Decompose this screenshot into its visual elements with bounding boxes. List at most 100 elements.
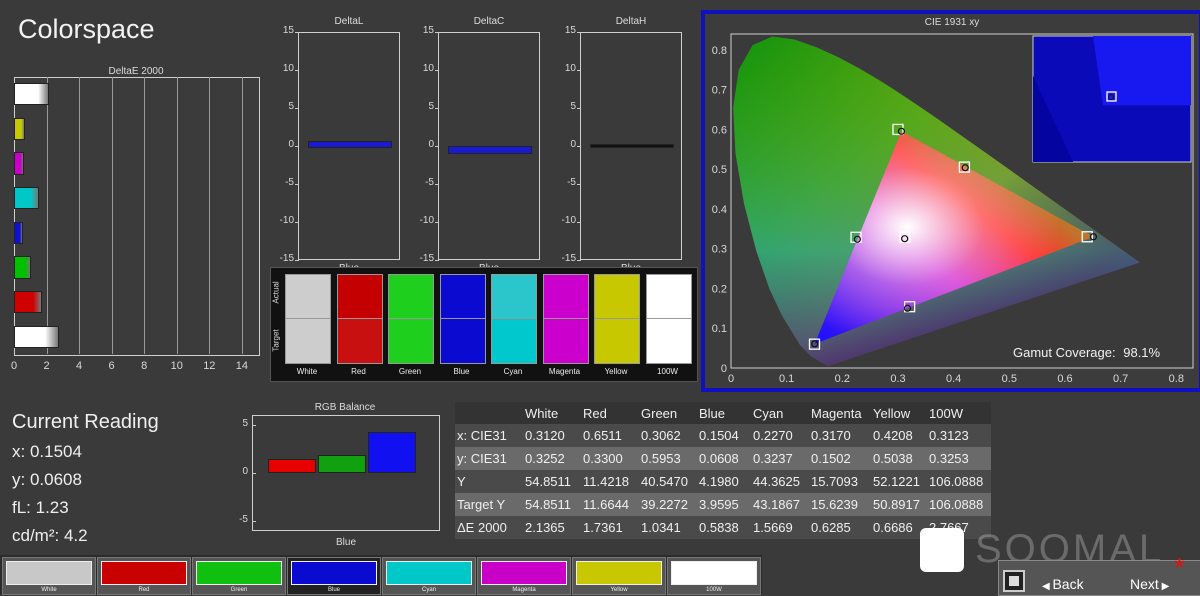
table-row: y: CIE31 0.3252 0.3300 0.5953 0.0608 0.3237 0.… [455,447,991,470]
delta-y-tick: 15 [282,25,294,36]
patch-row: White Red Green Blue Cyan Magenta Yellow 100W [285,274,695,378]
cie-x-tick: 0 [728,373,734,385]
reading-cdm2: cd/m²: 4.2 [12,526,88,545]
swatch-label: Blue [327,587,340,593]
deltae-gridline [176,77,178,354]
cie-x-tick: 0.4 [946,373,961,385]
swatch-chip [386,561,472,585]
delta-y-tick: -15 [419,253,434,264]
delta-chart-title: DeltaC [473,16,505,27]
delta-tick-mark [577,260,581,261]
rgb-y-tick: 0 [242,466,248,477]
patch-actual [388,274,434,320]
swatch-button-100w[interactable]: 100W [667,557,761,595]
patch-actual [285,274,331,320]
stop-button[interactable] [1003,570,1025,592]
cie-panel: CIE 1931 xy 0 0.1 0.2 0.3 0.4 0.5 0.6 0.7 0.8 0.8… [701,10,1200,392]
deltae-x-tick: 14 [235,360,248,372]
delta-tick-mark [577,184,581,185]
delta-tick-mark [435,108,439,109]
table-cell: Target Y [455,493,523,516]
patch-actual [645,274,692,320]
table-cell: 54.8511 [523,470,581,493]
delta-tick-mark [295,108,299,109]
table-cell: 15.7093 [809,470,871,493]
swatch-button-yellow[interactable]: Yellow [572,557,666,595]
table-cell: 0.5838 [697,516,751,539]
patch-target [439,318,486,364]
current-reading-title: Current Reading [12,411,159,433]
table-cell: 2.1365 [523,516,581,539]
table-cell: 0.2270 [751,424,809,447]
delta-bar [590,144,674,148]
deltae-bar [14,117,25,140]
delta-y-tick: -10 [279,215,294,226]
rgb-bar [368,432,416,473]
table-cell: 106.0888 [927,470,991,493]
swatch-button-magenta[interactable]: Magenta [477,557,571,595]
table-cell: 0.3300 [581,447,639,470]
delta-y-tick: 15 [422,25,434,36]
deltae-gridline [144,77,146,354]
table-cell: 0.3252 [523,447,581,470]
cie-y-tick: 0.6 [712,124,727,136]
cie-x-tick: 0.5 [1002,373,1017,385]
deltae-x-tick: 2 [43,360,50,372]
cie-x-tick: 0.7 [1113,373,1128,385]
swatch-label: White [41,587,57,593]
table-cell: 52.1221 [871,470,927,493]
table-cell: 40.5470 [639,470,697,493]
table-cell: x: CIE31 [455,424,523,447]
table-cell: 0.6686 [871,516,927,539]
swatch-label: Cyan [421,587,436,593]
table-cell: 0.3253 [927,447,991,470]
cie-y-tick: 0.5 [712,164,727,176]
delta-tick-mark [577,222,581,223]
table-row: x: CIE31 0.3120 0.6511 0.3062 0.1504 0.2270 0.… [455,424,991,447]
patch-actual [439,274,486,320]
table-header-cell: Green [639,402,697,424]
rgb-y-tick: -5 [239,514,248,526]
table-cell: 106.0888 [927,493,991,516]
swatch-label: Yellow [610,587,628,593]
patch-actual [594,274,640,320]
table-header-cell: Yellow [871,402,927,424]
delta-y-tick: -15 [561,253,576,264]
delta-tick-mark [435,260,439,261]
delta-y-tick: 0 [288,139,294,150]
delta-y-tick: -15 [279,253,294,264]
swatch-chip [196,561,282,585]
back-icon: ◀ [1042,581,1053,592]
deltae-x-tick: 6 [108,360,115,372]
delta-tick-mark [435,184,439,185]
cie-x-tick: 0.1 [779,373,794,385]
deltae-title: DeltaE 2000 [108,66,164,77]
gamut-coverage: Gamut Coverage: 98.1% [1007,345,1189,364]
delta-y-tick: 10 [282,63,294,74]
patch-actual-label: Actual [271,281,281,304]
swatch-button-red[interactable]: Red [97,557,191,595]
deltae-bar [14,256,31,279]
delta-tick-mark [435,32,439,33]
cie-y-tick: 0.4 [712,204,727,216]
delta-tick-mark [295,32,299,33]
delta-y-tick: -10 [419,215,434,226]
swatch-button-white[interactable]: White [2,557,96,595]
next-button[interactable]: Next ▶ [1130,576,1169,592]
delta-tick-mark [435,146,439,147]
cie-inset-highlight [1093,36,1191,106]
swatch-button-cyan[interactable]: Cyan [382,557,476,595]
table-row: Y 54.8511 11.4218 40.5470 4.1980 44.3625 15.70… [455,470,991,493]
deltae-gridline [209,77,211,354]
table-cell: 54.8511 [523,493,581,516]
cie-x-tick: 0.8 [1169,373,1184,385]
delta-y-tick: -5 [425,177,434,188]
cie-x-tick: 0.6 [1057,373,1072,385]
back-button[interactable]: ◀ Back [1042,576,1084,592]
stop-icon [1009,576,1019,586]
swatch-button-green[interactable]: Green [192,557,286,595]
delta-charts: DeltaL151050-5-10-15BlueDeltaC151050-5-1… [270,14,700,274]
table-cell: 0.3120 [523,424,581,447]
swatch-button-blue[interactable]: Blue [287,557,381,595]
table-header-cell: Magenta [809,402,871,424]
